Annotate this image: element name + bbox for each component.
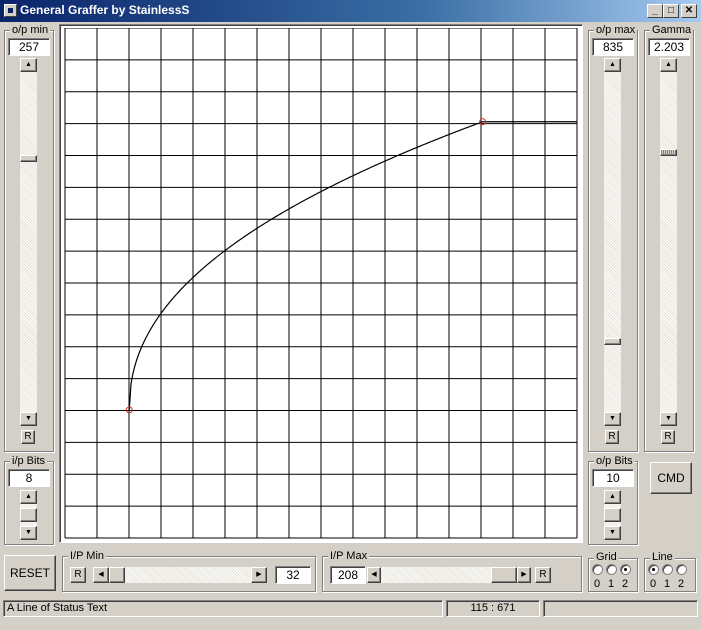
op-min-value[interactable]: 257: [8, 38, 50, 56]
ip-max-right-arrow-icon[interactable]: ▶: [517, 567, 531, 583]
op-min-thumb[interactable]: [20, 155, 37, 163]
ip-bits-label: i/p Bits: [10, 455, 48, 467]
line-radio-label-0: 0: [650, 578, 657, 590]
grid-radio-label-2: 2: [622, 578, 629, 590]
ip-bits-down-arrow-icon[interactable]: ▼: [20, 526, 37, 540]
gamma-track[interactable]: [660, 72, 677, 412]
grid-radio-2[interactable]: [620, 564, 631, 575]
ip-bits-value[interactable]: 8: [8, 469, 50, 487]
ip-max-left-arrow-icon[interactable]: ◀: [367, 567, 381, 583]
ip-min-reset-button[interactable]: R: [70, 567, 86, 583]
gamma-reset-button[interactable]: R: [661, 430, 675, 444]
ip-max-thumb[interactable]: [491, 567, 517, 583]
ip-max-slider[interactable]: ◀ ▶: [367, 567, 531, 583]
gamma-slider[interactable]: ▲ ▼: [660, 58, 677, 426]
op-bits-down-arrow-icon[interactable]: ▼: [604, 526, 621, 540]
gamma-label: Gamma: [650, 24, 694, 36]
minimize-button[interactable]: _: [647, 4, 663, 18]
op-max-up-arrow-icon[interactable]: ▲: [604, 58, 621, 72]
ip-min-value[interactable]: 32: [275, 566, 311, 584]
op-bits-value[interactable]: 10: [592, 469, 634, 487]
op-bits-thumb[interactable]: [604, 508, 621, 522]
op-min-label: o/p min: [10, 24, 51, 36]
line-radio-label-2: 2: [678, 578, 685, 590]
app-icon[interactable]: [4, 4, 17, 17]
line-radio-0[interactable]: [648, 564, 659, 575]
status-panel-empty: [543, 600, 698, 617]
op-max-thumb[interactable]: [604, 338, 621, 346]
op-bits-up-arrow-icon[interactable]: ▲: [604, 490, 621, 504]
ip-max-value[interactable]: 208: [330, 566, 366, 584]
op-max-value[interactable]: 835: [592, 38, 634, 56]
ip-min-left-arrow-icon[interactable]: ◀: [93, 567, 109, 583]
op-min-reset-button[interactable]: R: [21, 430, 35, 444]
line-radio-label-1: 1: [664, 578, 671, 590]
ip-min-thumb[interactable]: [109, 567, 125, 583]
op-min-down-arrow-icon[interactable]: ▼: [20, 412, 37, 426]
ip-bits-up-arrow-icon[interactable]: ▲: [20, 490, 37, 504]
ip-min-slider[interactable]: ◀ ▶: [93, 567, 267, 583]
status-text: A Line of Status Text: [3, 600, 443, 617]
ip-max-reset-button[interactable]: R: [535, 567, 551, 583]
gamma-thumb[interactable]: [660, 148, 677, 156]
ip-min-right-arrow-icon[interactable]: ▶: [251, 567, 267, 583]
gamma-value[interactable]: 2.203: [648, 38, 690, 56]
grid-option-label: Grid: [594, 551, 619, 563]
ip-min-label: I/P Min: [68, 550, 107, 562]
op-min-track[interactable]: [20, 72, 37, 412]
ip-min-track[interactable]: [109, 567, 251, 583]
op-max-label: o/p max: [594, 24, 638, 36]
op-max-reset-button[interactable]: R: [605, 430, 619, 444]
op-min-up-arrow-icon[interactable]: ▲: [20, 58, 37, 72]
op-min-slider[interactable]: ▲ ▼: [20, 58, 37, 426]
op-bits-spinner[interactable]: ▲ ▼: [604, 490, 621, 540]
close-button[interactable]: ✕: [681, 4, 697, 18]
op-max-track[interactable]: [604, 72, 621, 412]
op-max-down-arrow-icon[interactable]: ▼: [604, 412, 621, 426]
op-max-slider[interactable]: ▲ ▼: [604, 58, 621, 426]
status-coords: 115 : 671: [446, 600, 540, 617]
reset-button[interactable]: RESET: [4, 555, 56, 591]
grid-radio-1[interactable]: [606, 564, 617, 575]
line-option-label: Line: [650, 551, 675, 563]
cmd-button[interactable]: CMD: [650, 462, 692, 494]
ip-bits-spinner[interactable]: ▲ ▼: [20, 490, 37, 540]
gamma-curve-graph[interactable]: [63, 28, 579, 540]
gamma-up-arrow-icon[interactable]: ▲: [660, 58, 677, 72]
grid-radio-0[interactable]: [592, 564, 603, 575]
maximize-button[interactable]: □: [663, 4, 679, 18]
window-title: General Graffer by StainlessS: [20, 3, 190, 17]
line-radio-1[interactable]: [662, 564, 673, 575]
ip-max-label: I/P Max: [328, 550, 370, 562]
grid-radio-label-1: 1: [608, 578, 615, 590]
ip-bits-thumb[interactable]: [20, 508, 37, 522]
line-radio-2[interactable]: [676, 564, 687, 575]
gamma-down-arrow-icon[interactable]: ▼: [660, 412, 677, 426]
op-bits-label: o/p Bits: [594, 455, 635, 467]
grid-radio-label-0: 0: [594, 578, 601, 590]
